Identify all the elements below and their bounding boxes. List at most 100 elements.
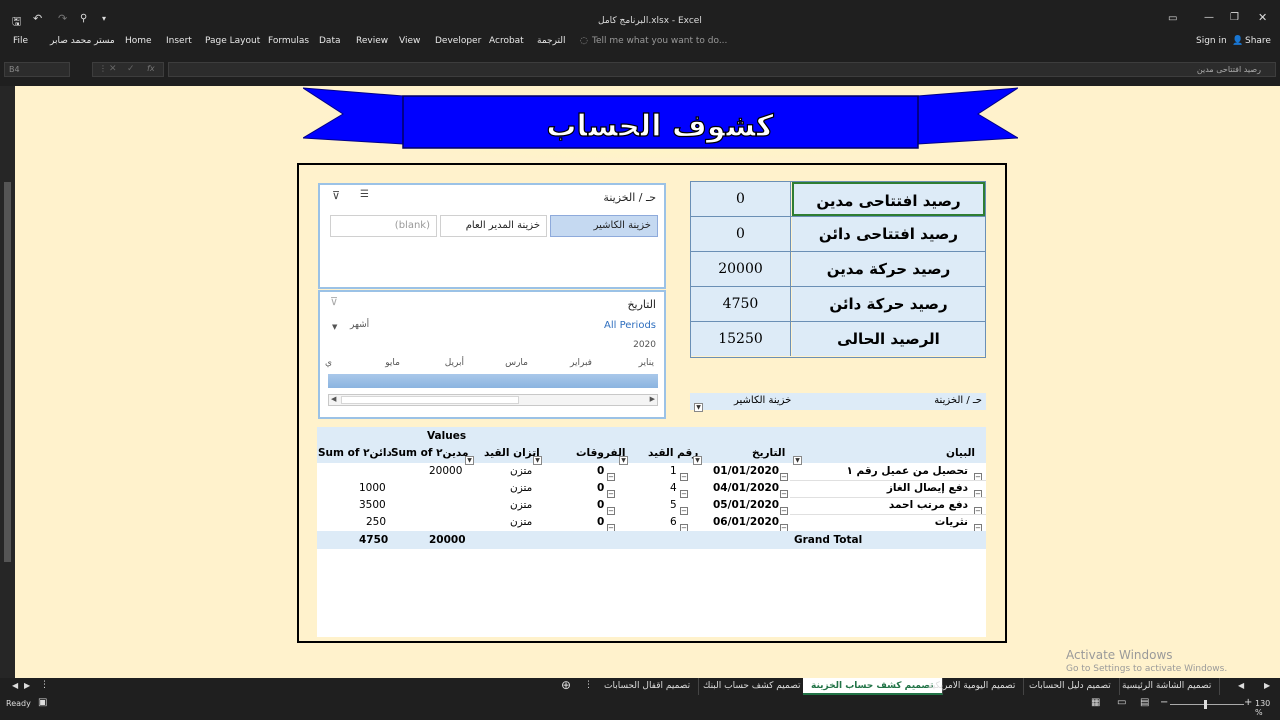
function-icon[interactable]: fx [147,64,155,73]
sheet-tab[interactable]: تصميم كشف حساب البنك [695,678,810,695]
balance-row[interactable]: 4750 رصيد حركة دائن [691,287,985,322]
collapse-icon[interactable]: − [780,506,788,515]
collapse-icon[interactable]: − [607,472,615,481]
more-icon[interactable]: ⋮ [40,680,49,690]
balance-value: 20000 [691,252,791,286]
balance-value: 0 [691,182,791,216]
vertical-scrollbar[interactable] [0,86,15,678]
sheet-tab[interactable]: تصميم الشاشة الرئيسية [1114,678,1221,695]
save-icon[interactable]: 🖫 [12,13,21,32]
balance-row[interactable]: 15250 الرصيد الحالى [691,322,985,357]
slicer-item-cashier[interactable]: خزينة الكاشير [550,215,658,237]
tab-view[interactable]: View [399,36,420,46]
minimize-icon[interactable]: — [1204,12,1214,23]
tab-page-layout[interactable]: Page Layout [205,36,260,46]
scroll-thumb[interactable] [341,396,519,404]
sheet-tab[interactable]: تصميم اقفال الحسابات [596,678,700,695]
name-box[interactable]: B4 [4,62,70,77]
scroll-tabs-right-icon[interactable]: ▶ [24,681,30,690]
balance-row[interactable]: 20000 رصيد حركة مدين [691,252,985,287]
page-break-view-icon[interactable]: ▤ [1140,697,1149,708]
tell-me-box[interactable]: Tell me what you want to do... [592,36,727,46]
scroll-tabs-left-icon[interactable]: ◀ [12,681,18,690]
sheet-tab[interactable]: تصميم دليل الحسابات [1021,678,1120,695]
formula-input[interactable]: رصيد افتتاحى مدين [168,62,1276,77]
row-divider [790,480,986,481]
scroll-left-icon[interactable]: ◀ [331,395,336,403]
scroll-right-icon[interactable]: ▶ [1264,681,1270,690]
collapse-icon[interactable]: − [780,472,788,481]
timeline-date[interactable]: التاريخ ⊽ All Periods أشهر ▼ 2020 يناير … [318,290,666,419]
page-layout-view-icon[interactable]: ▭ [1117,697,1126,708]
collapse-icon[interactable]: − [607,489,615,498]
scroll-left-icon[interactable]: ◀ [1238,681,1244,690]
balance-dropdown-icon[interactable]: ▼ [533,450,542,469]
restore-icon[interactable]: ❐ [1230,12,1239,23]
zoom-slider[interactable] [1170,704,1244,705]
entry-cell: 6 [670,516,677,528]
collapse-icon[interactable]: − [680,472,688,481]
tab-insert[interactable]: Insert [166,36,192,46]
sheet-tab[interactable]: تصميم اليومية الامريكية [920,678,1025,695]
tab-translate[interactable]: الترجمة [537,36,566,46]
cancel-icon[interactable]: ✕ [109,64,117,74]
banner-title: كشوف الحساب [546,109,774,144]
debit-cell: 20000 [429,465,463,477]
grand-total-row[interactable] [317,531,986,549]
balance-row[interactable]: 0 رصيد افتتاحى دائن [691,217,985,252]
slicer-title: حـ / الخزينة [603,191,656,204]
scroll-thumb[interactable] [4,182,11,562]
diff-dropdown-icon[interactable]: ▼ [619,450,628,469]
undo-icon[interactable]: ↶ [33,12,42,25]
tab-home[interactable]: Home [125,36,152,46]
collapse-icon[interactable]: − [607,506,615,515]
collapse-icon[interactable]: − [680,506,688,515]
enter-icon[interactable]: ✓ [127,64,135,74]
level-dropdown-icon[interactable]: ▼ [332,323,337,331]
clear-filter-icon[interactable]: ⊽ [332,189,340,202]
zoom-in-icon[interactable]: + [1244,697,1252,708]
slicer-safe[interactable]: حـ / الخزينة ⊽ ☰ خزينة الكاشير خزينة الم… [318,183,666,289]
collapse-icon[interactable]: − [780,489,788,498]
share-button[interactable]: Share [1245,36,1271,46]
balance-label: الرصيد الحالى [792,322,985,356]
multi-select-icon[interactable]: ☰ [360,189,369,200]
credit-cell: 1000 [359,482,386,494]
slicer-item-blank[interactable]: (blank) [330,215,437,237]
normal-view-icon[interactable]: ▦ [1091,697,1100,708]
debit-dropdown-icon[interactable]: ▼ [465,450,474,469]
entry-cell: 4 [670,482,677,494]
timeline-selection-bar[interactable] [328,374,658,388]
date-dropdown-icon[interactable]: ▼ [793,450,802,469]
tab-acrobat[interactable]: Acrobat [489,36,524,46]
tab-review[interactable]: Review [356,36,388,46]
entry-dropdown-icon[interactable]: ▼ [693,450,702,469]
zoom-level[interactable]: 130 % [1255,699,1280,717]
clear-filter-icon[interactable]: ⊽ [330,295,338,308]
close-icon[interactable]: ✕ [1258,11,1267,24]
sign-in-link[interactable]: Sign in [1196,36,1227,46]
scroll-right-icon[interactable]: ▶ [650,395,655,403]
add-sheet-icon[interactable]: ⊕ [561,678,571,692]
zoom-out-icon[interactable]: − [1160,697,1168,708]
redo-icon[interactable]: ↷ [58,12,67,25]
timeline-scrollbar[interactable]: ◀ ▶ [328,394,658,406]
tab-formulas[interactable]: Formulas [268,36,309,46]
balance-row[interactable]: 0 رصيد افتتاحى مدين [691,182,985,217]
zoom-slider-thumb[interactable] [1204,700,1207,709]
tab-file[interactable]: File [13,36,28,46]
pivot-filter: حـ / الخزينة خزينة الكاشير ▼ [690,393,986,412]
timeline-level[interactable]: أشهر [350,320,369,330]
tab-data[interactable]: Data [319,36,341,46]
quick-access-dropdown-icon[interactable]: ▾ [102,14,106,23]
collapse-icon[interactable]: − [680,489,688,498]
ribbon-options-icon[interactable]: ▭ [1168,13,1177,24]
macro-record-icon[interactable]: ▣ [38,697,47,708]
tab-developer[interactable]: Developer [435,36,481,46]
row-divider [790,514,986,515]
filter-dropdown-icon[interactable]: ▼ [694,397,703,416]
timeline-year: 2020 [633,340,656,350]
more-icon[interactable]: ⋮ [584,680,593,690]
customize-icon[interactable]: ⚲ [80,13,87,24]
slicer-item-gm[interactable]: خزينة المدير العام [440,215,547,237]
